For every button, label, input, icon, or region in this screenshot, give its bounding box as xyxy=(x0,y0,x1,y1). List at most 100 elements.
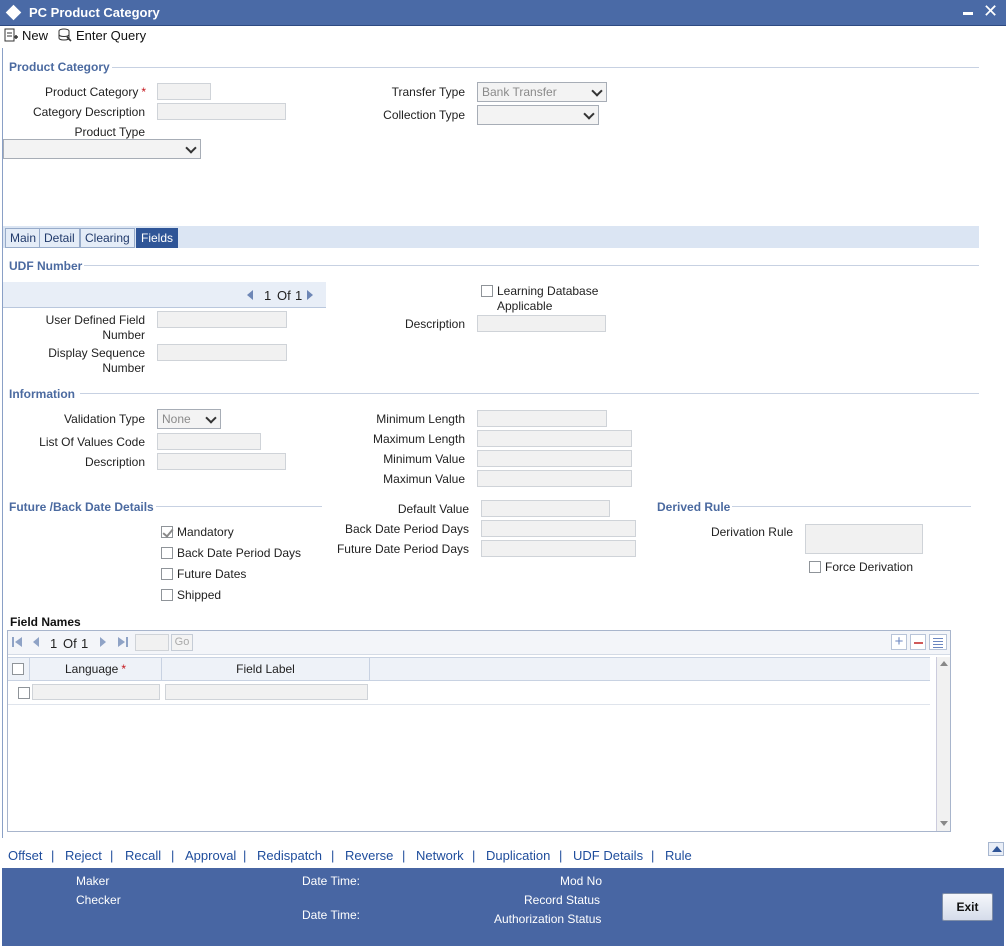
default-value-label: Default Value xyxy=(397,502,469,516)
validation-type-select[interactable]: None xyxy=(157,409,221,429)
footer-link-rule[interactable]: Rule xyxy=(665,848,692,863)
tab-fields[interactable]: Fields xyxy=(136,228,179,248)
maker-date-time-label: Date Time: xyxy=(302,874,361,888)
display-sequence-input[interactable] xyxy=(157,344,287,361)
product-category-input[interactable] xyxy=(157,83,211,100)
delete-row-icon[interactable] xyxy=(910,634,926,650)
next-record-icon[interactable] xyxy=(307,290,313,300)
future-dates-label: Future Dates xyxy=(177,567,247,581)
section-divider xyxy=(84,265,979,266)
list-of-values-code-input[interactable] xyxy=(157,433,261,450)
grid-vertical-scrollbar[interactable] xyxy=(936,657,950,831)
mandatory-checkbox[interactable] xyxy=(161,526,173,538)
minimum-length-input[interactable] xyxy=(477,410,607,427)
grid-header-language-text: Language xyxy=(64,662,119,676)
learning-database-checkbox[interactable] xyxy=(481,285,493,297)
back-date-period-days-input[interactable] xyxy=(481,520,636,537)
footer-link-udf-details[interactable]: UDF Details xyxy=(573,848,643,863)
required-marker: * xyxy=(121,662,127,676)
udf-description-label: Description xyxy=(404,317,465,331)
user-defined-field-number-input[interactable] xyxy=(157,311,287,328)
derivation-rule-textarea[interactable] xyxy=(805,524,923,554)
footer-link-reject[interactable]: Reject xyxy=(65,848,102,863)
shipped-checkbox[interactable] xyxy=(161,589,173,601)
maximum-length-label: Maximum Length xyxy=(372,432,465,446)
first-page-icon[interactable] xyxy=(11,636,23,648)
learning-database-label-line2: Applicable xyxy=(497,299,553,313)
query-icon xyxy=(58,28,72,42)
derivation-rule-label: Derivation Rule xyxy=(710,525,793,539)
validation-type-label: Validation Type xyxy=(64,412,145,426)
footer-link-reverse[interactable]: Reverse xyxy=(345,848,393,863)
footer-link-offset[interactable]: Offset xyxy=(8,848,42,863)
window-titlebar: PC Product Category ✕ xyxy=(0,0,1006,26)
udf-description-input[interactable] xyxy=(477,315,606,332)
back-date-period-days-checkbox[interactable] xyxy=(161,547,173,559)
default-value-input[interactable] xyxy=(481,500,610,517)
single-view-icon[interactable] xyxy=(929,634,947,650)
future-date-period-days-input[interactable] xyxy=(481,540,636,557)
product-type-select[interactable] xyxy=(3,139,201,159)
new-document-icon xyxy=(4,28,18,42)
next-page-icon[interactable] xyxy=(98,636,108,648)
footer-link-approval[interactable]: Approval xyxy=(185,848,236,863)
transfer-type-select[interactable]: Bank Transfer xyxy=(477,82,607,102)
category-description-input[interactable] xyxy=(157,103,286,120)
future-dates-checkbox[interactable] xyxy=(161,568,173,580)
section-divider xyxy=(112,67,979,68)
force-derivation-checkbox[interactable] xyxy=(809,561,821,573)
footer-link-redispatch[interactable]: Redispatch xyxy=(257,848,322,863)
exit-button[interactable]: Exit xyxy=(942,893,993,921)
footer-separator: | xyxy=(331,848,335,863)
previous-record-icon[interactable] xyxy=(247,290,253,300)
row-language-input[interactable] xyxy=(32,684,160,700)
close-icon[interactable]: ✕ xyxy=(983,1,998,21)
footer-link-duplication[interactable]: Duplication xyxy=(486,848,550,863)
enter-query-button[interactable]: Enter Query xyxy=(58,27,146,45)
required-marker: * xyxy=(141,85,146,99)
grid-page-input[interactable] xyxy=(135,634,169,651)
footer-link-recall[interactable]: Recall xyxy=(125,848,161,863)
row-field-label-input[interactable] xyxy=(165,684,368,700)
transfer-type-label: Transfer Type xyxy=(391,85,465,99)
transfer-type-value: Bank Transfer xyxy=(482,85,557,99)
previous-page-icon[interactable] xyxy=(31,636,41,648)
information-description-input[interactable] xyxy=(157,453,286,470)
section-divider xyxy=(156,506,322,507)
maximum-length-input[interactable] xyxy=(477,430,632,447)
app-diamond-icon xyxy=(5,4,22,21)
tab-detail[interactable]: Detail xyxy=(39,228,80,248)
chevron-down-icon xyxy=(205,412,217,424)
minimize-icon[interactable] xyxy=(963,12,973,15)
select-all-checkbox[interactable] xyxy=(12,663,24,675)
tab-main[interactable]: Main xyxy=(5,228,42,248)
go-button[interactable]: Go xyxy=(171,634,193,651)
grid-header-row: Language * Field Label xyxy=(8,657,930,681)
mandatory-label: Mandatory xyxy=(177,525,234,539)
row-select-checkbox[interactable] xyxy=(18,687,30,699)
scroll-down-arrow-icon[interactable] xyxy=(940,821,948,826)
add-row-icon[interactable]: + xyxy=(891,634,907,650)
collection-type-select[interactable] xyxy=(477,105,599,125)
scroll-up-arrow-icon[interactable] xyxy=(940,661,948,666)
new-button[interactable]: New xyxy=(4,27,48,45)
page-scroll-up-icon[interactable] xyxy=(988,842,1004,856)
section-divider xyxy=(80,393,979,394)
minimum-value-input[interactable] xyxy=(477,450,632,467)
display-sequence-label-line2: Number xyxy=(102,361,145,375)
tab-clearing[interactable]: Clearing xyxy=(80,228,135,248)
udf-number-section-title: UDF Number xyxy=(9,259,83,273)
maximum-value-input[interactable] xyxy=(477,470,632,487)
footer-links-bar: Offset | Reject | Recall | Approval | Re… xyxy=(0,845,1006,867)
footer-separator: | xyxy=(651,848,655,863)
record-status-label: Record Status xyxy=(524,893,601,907)
product-type-label: Product Type xyxy=(74,125,146,139)
last-page-icon[interactable] xyxy=(117,636,129,648)
udf-pager-current: 1 xyxy=(264,288,272,303)
footer-link-network[interactable]: Network xyxy=(416,848,464,863)
grid-toolbar: 1 Of 1 Go + xyxy=(8,631,950,655)
shipped-label: Shipped xyxy=(177,588,222,602)
chevron-down-icon xyxy=(591,85,603,97)
minimum-value-label: Minimum Value xyxy=(383,452,465,466)
derived-rule-section-title: Derived Rule xyxy=(657,500,731,514)
